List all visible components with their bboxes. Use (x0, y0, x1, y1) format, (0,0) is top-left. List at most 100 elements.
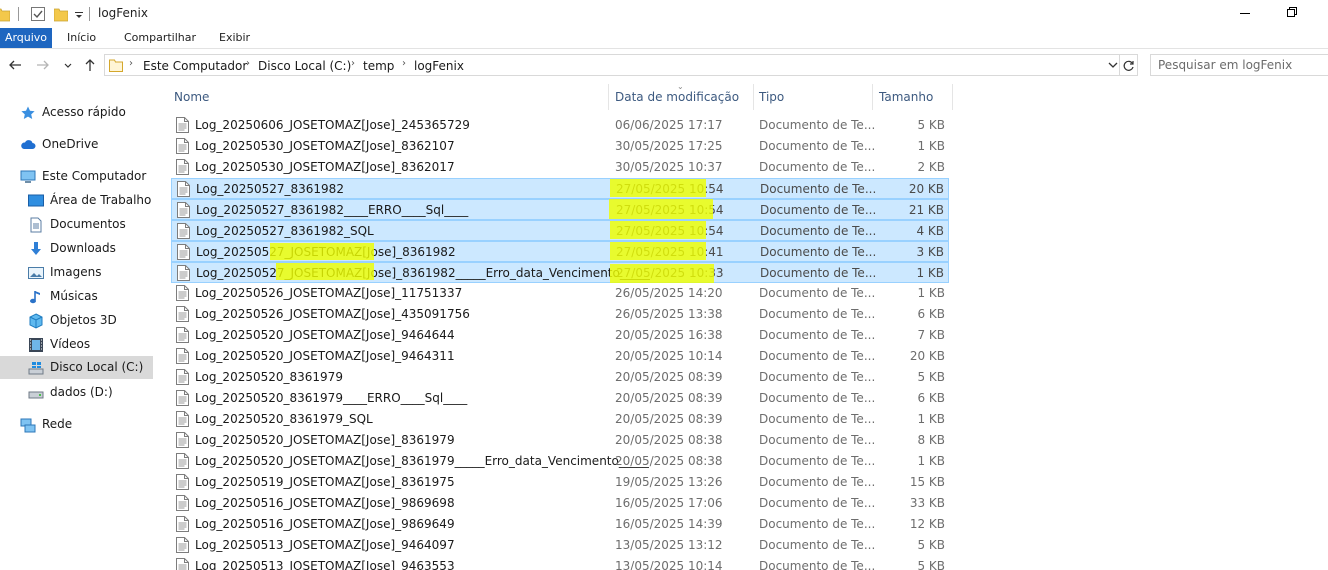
column-divider[interactable] (608, 84, 609, 110)
sidebar-item-disco-local-c[interactable]: Disco Local (C:) (0, 356, 153, 379)
file-type: Documento de Te... (759, 139, 876, 153)
address-dropdown-icon[interactable] (1107, 59, 1119, 71)
file-row[interactable]: Log_20250527_8361982____ERRO____Sql____ 2… (171, 199, 949, 220)
breadcrumb-chevron-icon[interactable]: › (351, 58, 355, 69)
file-name: Log_20250513_JOSETOMAZ[Jose]_9464097 (195, 538, 455, 552)
file-type: Documento de Te... (760, 203, 877, 217)
file-size: 20 KB (908, 182, 944, 196)
sidebar-item-acesso-rapido[interactable]: Acesso rápido (20, 101, 160, 123)
text-document-icon (176, 453, 189, 469)
file-row[interactable]: Log_20250516_JOSETOMAZ[Jose]_9869649 16/0… (171, 514, 949, 535)
text-document-icon (176, 159, 189, 175)
sidebar-item-musicas[interactable]: Músicas (28, 285, 160, 307)
breadcrumb-chevron-icon[interactable]: › (246, 58, 250, 69)
sidebar-item-videos[interactable]: Vídeos (28, 333, 160, 355)
search-input[interactable] (1151, 55, 1328, 75)
breadcrumb-este-computador[interactable]: Este Computador (143, 59, 247, 73)
sidebar-item-label: Disco Local (C:) (50, 360, 144, 374)
sidebar-item-imagens[interactable]: Imagens (28, 261, 160, 283)
minimize-icon[interactable] (1240, 13, 1250, 14)
text-document-icon (176, 369, 189, 385)
file-row[interactable]: Log_20250527_8361982 27/05/2025 10:54 Docu… (171, 178, 949, 199)
file-row[interactable]: Log_20250520_JOSETOMAZ[Jose]_9464644 20/0… (171, 325, 949, 346)
folder-icon[interactable] (0, 6, 10, 22)
breadcrumb-logfenix[interactable]: logFenix (414, 59, 464, 73)
column-divider[interactable] (952, 84, 953, 110)
sidebar-item-onedrive[interactable]: OneDrive (20, 133, 160, 155)
tab-share[interactable]: Compartilhar (120, 28, 200, 48)
recent-locations-chevron-icon[interactable] (62, 56, 74, 74)
column-divider[interactable] (872, 84, 873, 110)
file-row[interactable]: Log_20250527_JOSETOMAZ[Jose]_8361982 27/0… (171, 241, 949, 262)
file-row[interactable]: Log_20250516_JOSETOMAZ[Jose]_9869698 16/0… (171, 493, 949, 514)
sidebar-item-dados-d[interactable]: dados (D:) (28, 381, 160, 403)
toolbar-separator (18, 7, 19, 21)
file-row[interactable]: Log_20250530_JOSETOMAZ[Jose]_8362017 30/0… (171, 157, 949, 178)
refresh-button[interactable] (1120, 54, 1138, 76)
address-bar[interactable]: › Este Computador › Disco Local (C:) › t… (104, 54, 1120, 76)
column-header-name[interactable]: Nome (174, 84, 604, 110)
breadcrumb-chevron-icon[interactable]: › (402, 58, 406, 69)
file-size: 6 KB (917, 307, 945, 321)
file-type: Documento de Te... (759, 538, 876, 552)
file-size: 1 KB (917, 286, 945, 300)
file-row[interactable]: Log_20250520_8361979____ERRO____Sql____ 2… (171, 388, 949, 409)
file-name: Log_20250606_JOSETOMAZ[Jose]_245365729 (195, 118, 470, 132)
computer-icon (20, 170, 36, 183)
forward-arrow-icon[interactable] (34, 56, 52, 74)
file-size: 12 KB (909, 517, 945, 531)
sidebar-item-downloads[interactable]: Downloads (28, 237, 160, 259)
tab-home[interactable]: Início (63, 28, 100, 48)
back-arrow-icon[interactable] (6, 56, 24, 74)
sidebar-item-objetos-3d[interactable]: Objetos 3D (28, 309, 160, 331)
sidebar-item-label: Rede (42, 417, 73, 431)
file-name: Log_20250520_JOSETOMAZ[Jose]_9464311 (195, 349, 455, 363)
file-name: Log_20250526_JOSETOMAZ[Jose]_435091756 (195, 307, 470, 321)
file-size: 1 KB (917, 412, 945, 426)
file-name: Log_20250527_8361982 (196, 182, 344, 196)
file-row[interactable]: Log_20250520_8361979 20/05/2025 08:39 Docu… (171, 367, 949, 388)
file-size: 7 KB (917, 328, 945, 342)
sidebar-item-area-de-trabalho[interactable]: Área de Trabalho (28, 189, 160, 211)
file-row[interactable]: Log_20250520_8361979_SQL 20/05/2025 08:39… (171, 409, 949, 430)
drive-icon (28, 391, 44, 399)
properties-check-icon[interactable] (31, 6, 45, 22)
column-header-size[interactable]: Tamanho (879, 84, 951, 110)
text-document-icon (177, 181, 190, 197)
file-type: Documento de Te... (759, 517, 876, 531)
column-header-type[interactable]: Tipo (759, 84, 869, 110)
navigation-bar: › Este Computador › Disco Local (C:) › t… (0, 52, 1328, 80)
file-row[interactable]: Log_20250520_JOSETOMAZ[Jose]_8361979 20/0… (171, 430, 949, 451)
file-row[interactable]: Log_20250606_JOSETOMAZ[Jose]_245365729 06… (171, 115, 949, 136)
sidebar-item-este-computador[interactable]: Este Computador (20, 165, 160, 187)
sidebar-item-documentos[interactable]: Documentos (28, 213, 160, 235)
column-header-date[interactable]: Data de modificação (615, 84, 750, 110)
file-row[interactable]: Log_20250530_JOSETOMAZ[Jose]_8362107 30/0… (171, 136, 949, 157)
file-row[interactable]: Log_20250526_JOSETOMAZ[Jose]_11751337 26/… (171, 283, 949, 304)
ribbon-divider (0, 48, 1328, 49)
search-box[interactable] (1150, 54, 1328, 76)
breadcrumb-chevron-icon[interactable]: › (129, 58, 133, 69)
new-folder-icon[interactable] (54, 6, 68, 22)
text-document-icon (176, 537, 189, 553)
file-row[interactable]: Log_20250513_JOSETOMAZ[Jose]_9464097 13/0… (171, 535, 949, 556)
file-name: Log_20250520_JOSETOMAZ[Jose]_8361979____… (195, 454, 649, 468)
customize-dropdown-icon[interactable] (74, 6, 84, 22)
file-row[interactable]: Log_20250519_JOSETOMAZ[Jose]_8361975 19/0… (171, 472, 949, 493)
restore-icon[interactable] (1287, 7, 1297, 17)
file-name: Log_20250530_JOSETOMAZ[Jose]_8362107 (195, 139, 455, 153)
file-row[interactable]: Log_20250520_JOSETOMAZ[Jose]_8361979____… (171, 451, 949, 472)
tab-file[interactable]: Arquivo (0, 28, 52, 48)
file-row[interactable]: Log_20250527_JOSETOMAZ[Jose]_8361982____… (171, 262, 949, 283)
file-row[interactable]: Log_20250527_8361982_SQL 27/05/2025 10:54… (171, 220, 949, 241)
sidebar-item-rede[interactable]: Rede (20, 413, 160, 435)
up-arrow-icon[interactable] (81, 56, 99, 74)
file-size: 2 KB (917, 160, 945, 174)
tab-view[interactable]: Exibir (215, 28, 254, 48)
file-row[interactable]: Log_20250513_JOSETOMAZ[Jose]_9463553 13/0… (171, 556, 949, 570)
column-divider[interactable] (753, 84, 754, 110)
breadcrumb-disco-local[interactable]: Disco Local (C:) (258, 59, 351, 73)
file-row[interactable]: Log_20250526_JOSETOMAZ[Jose]_435091756 26… (171, 304, 949, 325)
breadcrumb-temp[interactable]: temp (363, 59, 394, 73)
file-row[interactable]: Log_20250520_JOSETOMAZ[Jose]_9464311 20/0… (171, 346, 949, 367)
